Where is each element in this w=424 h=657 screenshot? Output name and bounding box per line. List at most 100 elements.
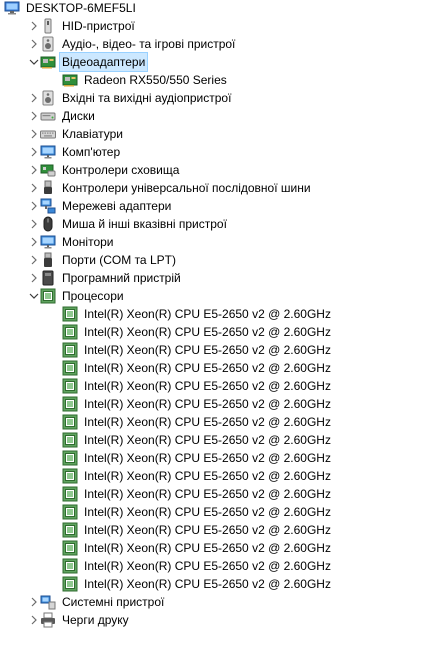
tree-device-item[interactable]: Intel(R) Xeon(R) CPU E5-2650 v2 @ 2.60GH…: [62, 449, 333, 467]
tree-category-usb[interactable]: Контролери універсальної послідовної шин…: [28, 179, 313, 197]
tree-item-label: Radeon RX550/550 Series: [84, 73, 227, 87]
chevron-right-icon[interactable]: [28, 143, 40, 161]
mouse-icon: [40, 216, 56, 232]
tree-item-label: Intel(R) Xeon(R) CPU E5-2650 v2 @ 2.60GH…: [84, 469, 331, 483]
chevron-right-icon[interactable]: [28, 593, 40, 611]
processor-icon: [62, 396, 78, 412]
tree-device-item[interactable]: Intel(R) Xeon(R) CPU E5-2650 v2 @ 2.60GH…: [62, 557, 333, 575]
tree-item-label: Intel(R) Xeon(R) CPU E5-2650 v2 @ 2.60GH…: [84, 361, 331, 375]
tree-device-item[interactable]: Radeon RX550/550 Series: [62, 71, 229, 89]
tree-item-label: Intel(R) Xeon(R) CPU E5-2650 v2 @ 2.60GH…: [84, 397, 331, 411]
tree-category-speaker[interactable]: Аудіо-, відео- та ігрові пристрої: [28, 35, 237, 53]
processor-icon: [62, 504, 78, 520]
tree-device-item[interactable]: Intel(R) Xeon(R) CPU E5-2650 v2 @ 2.60GH…: [62, 521, 333, 539]
tree-item-label: Intel(R) Xeon(R) CPU E5-2650 v2 @ 2.60GH…: [84, 505, 331, 519]
tree-device-item[interactable]: Intel(R) Xeon(R) CPU E5-2650 v2 @ 2.60GH…: [62, 575, 333, 593]
tree-item-label: Вхідні та вихідні аудіопристрої: [62, 91, 232, 105]
computer-icon: [4, 0, 20, 16]
tree-item-label: Черги друку: [62, 613, 129, 627]
software-device-icon: [40, 270, 56, 286]
processor-icon: [40, 288, 56, 304]
tree-item-label: Intel(R) Xeon(R) CPU E5-2650 v2 @ 2.60GH…: [84, 487, 331, 501]
chevron-right-icon[interactable]: [28, 269, 40, 287]
chevron-right-icon[interactable]: [28, 179, 40, 197]
tree-device-item[interactable]: Intel(R) Xeon(R) CPU E5-2650 v2 @ 2.60GH…: [62, 395, 333, 413]
processor-icon: [62, 324, 78, 340]
processor-icon: [62, 306, 78, 322]
speaker-icon: [40, 36, 56, 52]
tree-device-item[interactable]: Intel(R) Xeon(R) CPU E5-2650 v2 @ 2.60GH…: [62, 467, 333, 485]
tree-device-item[interactable]: Intel(R) Xeon(R) CPU E5-2650 v2 @ 2.60GH…: [62, 503, 333, 521]
tree-item-label: Аудіо-, відео- та ігрові пристрої: [62, 37, 236, 51]
chevron-right-icon[interactable]: [28, 611, 40, 629]
tree-item-label: DESKTOP-6MEF5LI: [26, 1, 136, 15]
tree-item-label: Контролери універсальної послідовної шин…: [62, 181, 311, 195]
chevron-down-icon[interactable]: [28, 287, 40, 305]
storage-controller-icon: [40, 162, 56, 178]
chevron-right-icon[interactable]: [28, 89, 40, 107]
tree-item-label: Процесори: [62, 289, 124, 303]
processor-icon: [62, 432, 78, 448]
tree-item-label: Відеоадаптери: [58, 52, 149, 72]
chevron-right-icon[interactable]: [28, 35, 40, 53]
tree-item-label: Клавіатури: [62, 127, 123, 141]
tree-item-label: Intel(R) Xeon(R) CPU E5-2650 v2 @ 2.60GH…: [84, 379, 331, 393]
tree-item-label: Intel(R) Xeon(R) CPU E5-2650 v2 @ 2.60GH…: [84, 559, 331, 573]
tree-device-item[interactable]: Intel(R) Xeon(R) CPU E5-2650 v2 @ 2.60GH…: [62, 323, 333, 341]
processor-icon: [62, 360, 78, 376]
display-adapter-icon: [40, 54, 56, 70]
monitor-icon: [40, 234, 56, 250]
tree-device-item[interactable]: Intel(R) Xeon(R) CPU E5-2650 v2 @ 2.60GH…: [62, 413, 333, 431]
tree-category-monitor[interactable]: Монітори: [28, 233, 116, 251]
tree-item-label: Intel(R) Xeon(R) CPU E5-2650 v2 @ 2.60GH…: [84, 577, 331, 591]
tree-item-label: Intel(R) Xeon(R) CPU E5-2650 v2 @ 2.60GH…: [84, 523, 331, 537]
tree-item-label: Контролери сховища: [62, 163, 180, 177]
tree-item-label: Intel(R) Xeon(R) CPU E5-2650 v2 @ 2.60GH…: [84, 307, 331, 321]
tree-item-label: HID-пристрої: [62, 19, 135, 33]
tree-item-label: Intel(R) Xeon(R) CPU E5-2650 v2 @ 2.60GH…: [84, 433, 331, 447]
processor-icon: [62, 540, 78, 556]
monitor-icon: [40, 144, 56, 160]
chevron-right-icon[interactable]: [28, 17, 40, 35]
tree-device-item[interactable]: Intel(R) Xeon(R) CPU E5-2650 v2 @ 2.60GH…: [62, 377, 333, 395]
tree-category-speaker[interactable]: Вхідні та вихідні аудіопристрої: [28, 89, 233, 107]
system-device-icon: [40, 594, 56, 610]
tree-device-item[interactable]: Intel(R) Xeon(R) CPU E5-2650 v2 @ 2.60GH…: [62, 359, 333, 377]
tree-category-port[interactable]: Порти (COM та LPT): [28, 251, 178, 269]
keyboard-icon: [40, 126, 56, 142]
chevron-right-icon[interactable]: [28, 125, 40, 143]
processor-icon: [62, 576, 78, 592]
chevron-right-icon[interactable]: [28, 161, 40, 179]
tree-category-printer[interactable]: Черги друку: [28, 611, 131, 629]
tree-root[interactable]: DESKTOP-6MEF5LI: [4, 0, 138, 17]
tree-device-item[interactable]: Intel(R) Xeon(R) CPU E5-2650 v2 @ 2.60GH…: [62, 485, 333, 503]
tree-device-item[interactable]: Intel(R) Xeon(R) CPU E5-2650 v2 @ 2.60GH…: [62, 305, 333, 323]
chevron-down-icon[interactable]: [28, 53, 40, 71]
processor-icon: [62, 486, 78, 502]
tree-category-mouse[interactable]: Миша й інші вказівні пристрої: [28, 215, 229, 233]
tree-item-label: Миша й інші вказівні пристрої: [62, 217, 227, 231]
tree-category-hid[interactable]: HID-пристрої: [28, 17, 137, 35]
tree-category-software-device[interactable]: Програмний пристрій: [28, 269, 183, 287]
processor-icon: [62, 558, 78, 574]
chevron-right-icon[interactable]: [28, 197, 40, 215]
tree-category-disk-drive[interactable]: Диски: [28, 107, 97, 125]
tree-category-system-device[interactable]: Системні пристрої: [28, 593, 166, 611]
tree-device-item[interactable]: Intel(R) Xeon(R) CPU E5-2650 v2 @ 2.60GH…: [62, 539, 333, 557]
tree-device-item[interactable]: Intel(R) Xeon(R) CPU E5-2650 v2 @ 2.60GH…: [62, 431, 333, 449]
tree-category-processor[interactable]: Процесори: [28, 287, 126, 305]
chevron-right-icon[interactable]: [28, 215, 40, 233]
chevron-right-icon[interactable]: [28, 107, 40, 125]
tree-item-label: Комп'ютер: [62, 145, 121, 159]
tree-category-keyboard[interactable]: Клавіатури: [28, 125, 125, 143]
tree-category-monitor[interactable]: Комп'ютер: [28, 143, 122, 161]
tree-item-label: Intel(R) Xeon(R) CPU E5-2650 v2 @ 2.60GH…: [84, 343, 331, 357]
tree-item-label: Програмний пристрій: [62, 271, 181, 285]
tree-category-network-adapter[interactable]: Мережеві адаптери: [28, 197, 173, 215]
chevron-right-icon[interactable]: [28, 251, 40, 269]
tree-category-storage-controller[interactable]: Контролери сховища: [28, 161, 181, 179]
tree-device-item[interactable]: Intel(R) Xeon(R) CPU E5-2650 v2 @ 2.60GH…: [62, 341, 333, 359]
tree-category-display-adapter[interactable]: Відеоадаптери: [28, 52, 149, 72]
tree-item-label: Монітори: [62, 235, 114, 249]
chevron-right-icon[interactable]: [28, 233, 40, 251]
